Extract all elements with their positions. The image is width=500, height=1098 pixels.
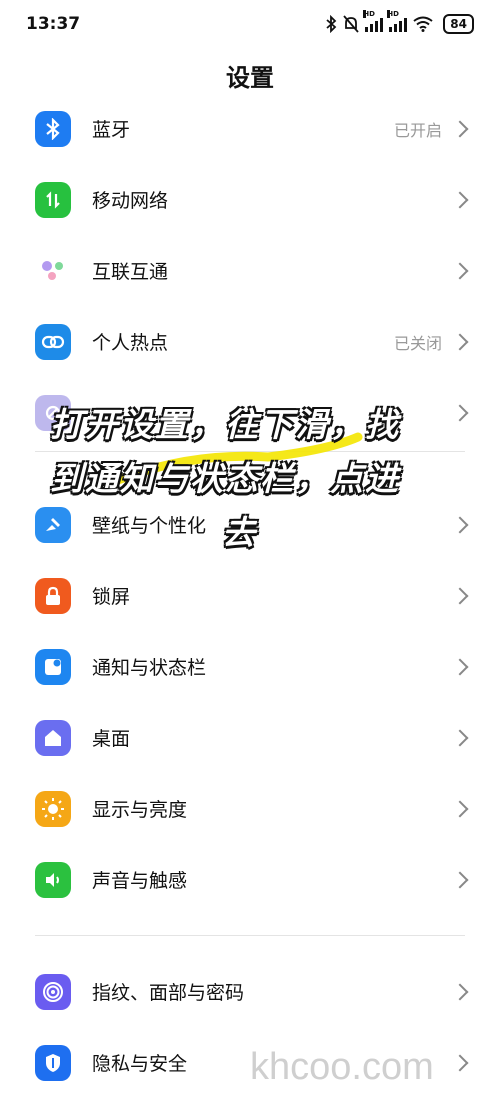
setting-label: 显示与亮度: [92, 799, 188, 821]
notification-icon: [35, 648, 71, 685]
sound-icon: [35, 861, 71, 898]
chevron-right-icon: [451, 800, 469, 817]
overlay-line-1: 打开设置，往下滑，找: [50, 405, 400, 444]
fingerprint-icon: [35, 973, 71, 1010]
interconnect-icon: [35, 253, 71, 289]
setting-display-brightness[interactable]: 显示与亮度: [0, 773, 500, 844]
chevron-right-icon: [451, 729, 469, 746]
setting-mobile-network[interactable]: 移动网络: [0, 164, 500, 235]
wifi-icon: [413, 16, 433, 32]
chevron-right-icon: [451, 1054, 469, 1071]
setting-bluetooth[interactable]: 蓝牙 已开启: [0, 93, 500, 164]
status-bar: 13:37 HD HD 84: [0, 0, 500, 48]
setting-value: 已开启: [393, 120, 442, 140]
setting-label: 锁屏: [92, 586, 131, 608]
chevron-right-icon: [451, 983, 469, 1000]
setting-interconnect[interactable]: 互联互通: [0, 235, 500, 306]
chevron-right-icon: [451, 333, 469, 350]
watermark: khcoo.com: [250, 1046, 434, 1088]
chevron-right-icon: [451, 587, 469, 604]
setting-label: 指纹、面部与密码: [92, 982, 245, 1004]
chevron-right-icon: [451, 120, 469, 137]
setting-label: 互联互通: [92, 261, 169, 283]
setting-value: 已关闭: [393, 333, 442, 353]
page-title: 设置: [226, 64, 274, 92]
setting-label: 个人热点: [92, 332, 169, 354]
mobile-network-icon: [35, 181, 71, 218]
setting-label: 桌面: [92, 728, 131, 750]
privacy-icon: [35, 1044, 71, 1081]
setting-label: 蓝牙: [92, 119, 131, 141]
setting-label: 通知与状态栏: [92, 657, 207, 679]
mute-icon: [343, 15, 359, 33]
brightness-icon: [35, 790, 71, 827]
chevron-right-icon: [451, 871, 469, 888]
chevron-right-icon: [451, 262, 469, 279]
home-icon: [35, 719, 71, 756]
lock-icon: [35, 577, 71, 614]
setting-desktop[interactable]: 桌面: [0, 702, 500, 773]
setting-lock-screen[interactable]: 锁屏: [0, 560, 500, 631]
bluetooth-icon: [35, 110, 71, 147]
overlay-line-2: 到通知与状态栏，点进: [50, 459, 400, 498]
signal-2-icon: HD: [387, 10, 408, 32]
hotspot-icon: [35, 323, 71, 360]
battery-indicator: 84: [443, 14, 474, 34]
setting-sound[interactable]: 声音与触感: [0, 844, 500, 915]
setting-label: 隐私与安全: [92, 1053, 188, 1075]
setting-label: 移动网络: [92, 190, 169, 212]
tutorial-overlay-text: 打开设置，往下滑，找 到通知与状态栏，点进 去: [50, 398, 470, 560]
status-time: 13:37: [26, 14, 81, 34]
status-icons: HD HD 84: [325, 10, 474, 34]
setting-label: 声音与触感: [92, 870, 188, 892]
settings-list: 蓝牙 已开启 移动网络 互联互通 个人热点 已关闭 壁纸与个性化 锁屏 通知与状…: [0, 93, 500, 1098]
overlay-line-3: 去: [222, 513, 257, 552]
chevron-right-icon: [451, 191, 469, 208]
chevron-right-icon: [451, 658, 469, 675]
setting-fingerprint[interactable]: 指纹、面部与密码: [0, 956, 500, 1027]
divider: [35, 935, 465, 936]
setting-hotspot[interactable]: 个人热点 已关闭: [0, 306, 500, 377]
setting-notification-statusbar[interactable]: 通知与状态栏: [0, 631, 500, 702]
bluetooth-status-icon: [326, 15, 337, 33]
signal-1-icon: HD: [363, 10, 384, 32]
section-gap: [0, 915, 500, 956]
